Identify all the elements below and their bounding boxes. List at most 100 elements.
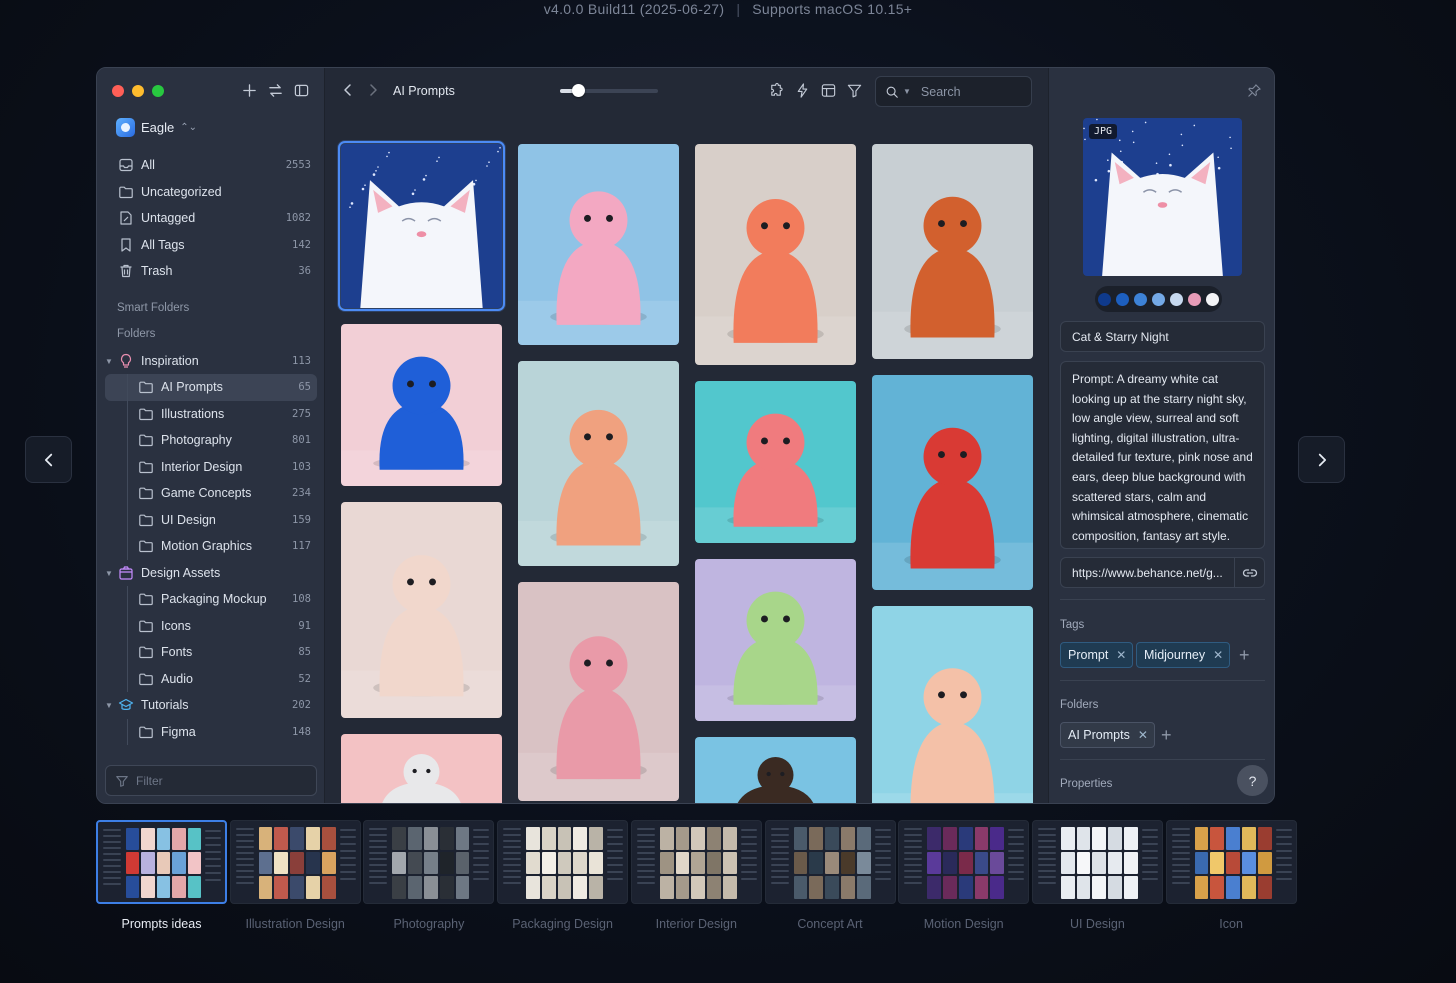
- disclosure-triangle-icon[interactable]: ▼: [105, 569, 113, 578]
- showcase-thumbnail[interactable]: [898, 820, 1030, 904]
- color-swatch[interactable]: [1116, 292, 1129, 306]
- plugin-icon[interactable]: [768, 82, 785, 99]
- sidebar-item-ai-prompts[interactable]: AI Prompts 65: [105, 374, 317, 401]
- image-thumbnail[interactable]: [518, 361, 679, 566]
- search-input[interactable]: ▼ Search: [875, 76, 1032, 107]
- sidebar-item-illustrations[interactable]: Illustrations 275: [105, 400, 317, 427]
- filter-icon[interactable]: [846, 82, 863, 99]
- slider-knob[interactable]: [571, 84, 585, 97]
- smart-folders-label[interactable]: Smart Folders: [105, 295, 317, 322]
- image-thumbnail[interactable]: [341, 734, 502, 803]
- sidebar-item-figma[interactable]: Figma 148: [105, 718, 317, 745]
- image-thumbnail[interactable]: [338, 141, 505, 311]
- image-thumbnail[interactable]: [518, 144, 679, 345]
- showcase-thumbnail[interactable]: [363, 820, 495, 904]
- sidebar-item-trash[interactable]: Trash 36: [105, 258, 317, 285]
- sidebar-item-untagged[interactable]: Untagged 1082: [105, 205, 317, 232]
- remove-folder-icon[interactable]: ✕: [1138, 728, 1148, 742]
- disclosure-triangle-icon[interactable]: ▼: [105, 357, 113, 366]
- showcase-item[interactable]: Prompts ideas: [96, 820, 227, 931]
- pin-icon[interactable]: [1247, 83, 1262, 98]
- showcase-item[interactable]: Concept Art: [764, 820, 896, 931]
- image-thumbnail[interactable]: [695, 737, 856, 803]
- color-swatch[interactable]: [1098, 292, 1111, 306]
- sidebar-item-motion-graphics[interactable]: Motion Graphics 117: [105, 533, 317, 560]
- chevron-down-icon[interactable]: ▼: [903, 87, 911, 96]
- open-link-button[interactable]: [1234, 558, 1264, 587]
- layout-icon[interactable]: [820, 82, 837, 99]
- showcase-item[interactable]: Packaging Design: [497, 820, 629, 931]
- color-swatch[interactable]: [1134, 292, 1147, 306]
- image-thumbnail[interactable]: [518, 582, 679, 801]
- tag-outline-icon: [118, 210, 134, 226]
- image-thumbnail[interactable]: [695, 144, 856, 365]
- thumbnail-size-slider[interactable]: [560, 84, 658, 97]
- image-thumbnail[interactable]: [695, 381, 856, 543]
- image-thumbnail[interactable]: [872, 144, 1033, 359]
- next-slide-button[interactable]: [1298, 436, 1345, 483]
- tag-chip[interactable]: Prompt ✕: [1060, 642, 1134, 668]
- showcase-item[interactable]: Interior Design: [630, 820, 762, 931]
- sidebar-item-interior-design[interactable]: Interior Design 103: [105, 453, 317, 480]
- switch-library-button[interactable]: [267, 81, 283, 99]
- help-button[interactable]: ?: [1237, 765, 1268, 796]
- filter-input[interactable]: Filter: [105, 765, 317, 796]
- color-swatch[interactable]: [1170, 292, 1183, 306]
- image-thumbnail[interactable]: [341, 502, 502, 718]
- sidebar-item-game-concepts[interactable]: Game Concepts 234: [105, 480, 317, 507]
- image-preview[interactable]: JPG: [1083, 118, 1242, 276]
- minimize-window-button[interactable]: [132, 85, 144, 97]
- action-bolt-icon[interactable]: [794, 82, 811, 99]
- showcase-thumbnail[interactable]: [1031, 820, 1163, 904]
- showcase-item[interactable]: Photography: [363, 820, 495, 931]
- sidebar-item-uncategorized[interactable]: Uncategorized: [105, 179, 317, 206]
- close-window-button[interactable]: [112, 85, 124, 97]
- add-folder-button[interactable]: +: [1161, 726, 1172, 744]
- showcase-item[interactable]: UI Design: [1031, 820, 1163, 931]
- library-switcher[interactable]: Eagle ⌃⌄: [116, 118, 197, 137]
- showcase-thumbnail[interactable]: [497, 820, 629, 904]
- sidebar-item-design-assets[interactable]: Design Assets ▼: [105, 560, 317, 587]
- note-field[interactable]: Prompt: A dreamy white cat looking up at…: [1060, 361, 1265, 549]
- image-thumbnail[interactable]: [872, 606, 1033, 803]
- sidebar-item-fonts[interactable]: Fonts 85: [105, 639, 317, 666]
- sidebar-item-audio[interactable]: Audio 52: [105, 665, 317, 692]
- sidebar-item-inspiration[interactable]: Inspiration 113 ▼: [105, 348, 317, 375]
- sidebar-item-all-tags[interactable]: All Tags 142: [105, 232, 317, 259]
- showcase-item[interactable]: Icon: [1165, 820, 1297, 931]
- title-field[interactable]: Cat & Starry Night: [1060, 321, 1265, 352]
- zoom-window-button[interactable]: [152, 85, 164, 97]
- color-swatch[interactable]: [1188, 292, 1201, 306]
- color-swatch[interactable]: [1206, 292, 1219, 306]
- folders-label[interactable]: Folders: [105, 321, 317, 348]
- image-thumbnail[interactable]: [341, 324, 502, 486]
- showcase-thumbnail[interactable]: [96, 820, 227, 904]
- add-tag-button[interactable]: +: [1239, 646, 1250, 664]
- disclosure-triangle-icon[interactable]: ▼: [105, 701, 113, 710]
- sidebar-item-packaging-mockup[interactable]: Packaging Mockup 108: [105, 586, 317, 613]
- add-button[interactable]: [241, 81, 257, 99]
- showcase-thumbnail[interactable]: [1165, 820, 1297, 904]
- color-swatch[interactable]: [1152, 292, 1165, 306]
- image-thumbnail[interactable]: [872, 375, 1033, 590]
- tag-chip[interactable]: Midjourney ✕: [1136, 642, 1231, 668]
- showcase-item[interactable]: Illustration Design: [229, 820, 361, 931]
- remove-tag-icon[interactable]: ✕: [1213, 648, 1223, 662]
- showcase-thumbnail[interactable]: [764, 820, 896, 904]
- forward-icon[interactable]: [365, 82, 381, 98]
- folder-chip[interactable]: AI Prompts ✕: [1060, 722, 1155, 748]
- url-field[interactable]: https://www.behance.net/g...: [1060, 557, 1265, 588]
- sidebar-item-ui-design[interactable]: UI Design 159: [105, 506, 317, 533]
- showcase-thumbnail[interactable]: [229, 820, 361, 904]
- sidebar-item-all[interactable]: All 2553: [105, 152, 317, 179]
- showcase-thumbnail[interactable]: [630, 820, 762, 904]
- remove-tag-icon[interactable]: ✕: [1116, 648, 1126, 662]
- previous-slide-button[interactable]: [25, 436, 72, 483]
- sidebar-item-tutorials[interactable]: Tutorials 202 ▼: [105, 692, 317, 719]
- back-icon[interactable]: [340, 82, 356, 98]
- showcase-item[interactable]: Motion Design: [898, 820, 1030, 931]
- image-thumbnail[interactable]: [695, 559, 856, 721]
- sidebar-item-photography[interactable]: Photography 801: [105, 427, 317, 454]
- sidebar-item-icons[interactable]: Icons 91: [105, 612, 317, 639]
- toggle-sidebar-button[interactable]: [293, 81, 309, 99]
